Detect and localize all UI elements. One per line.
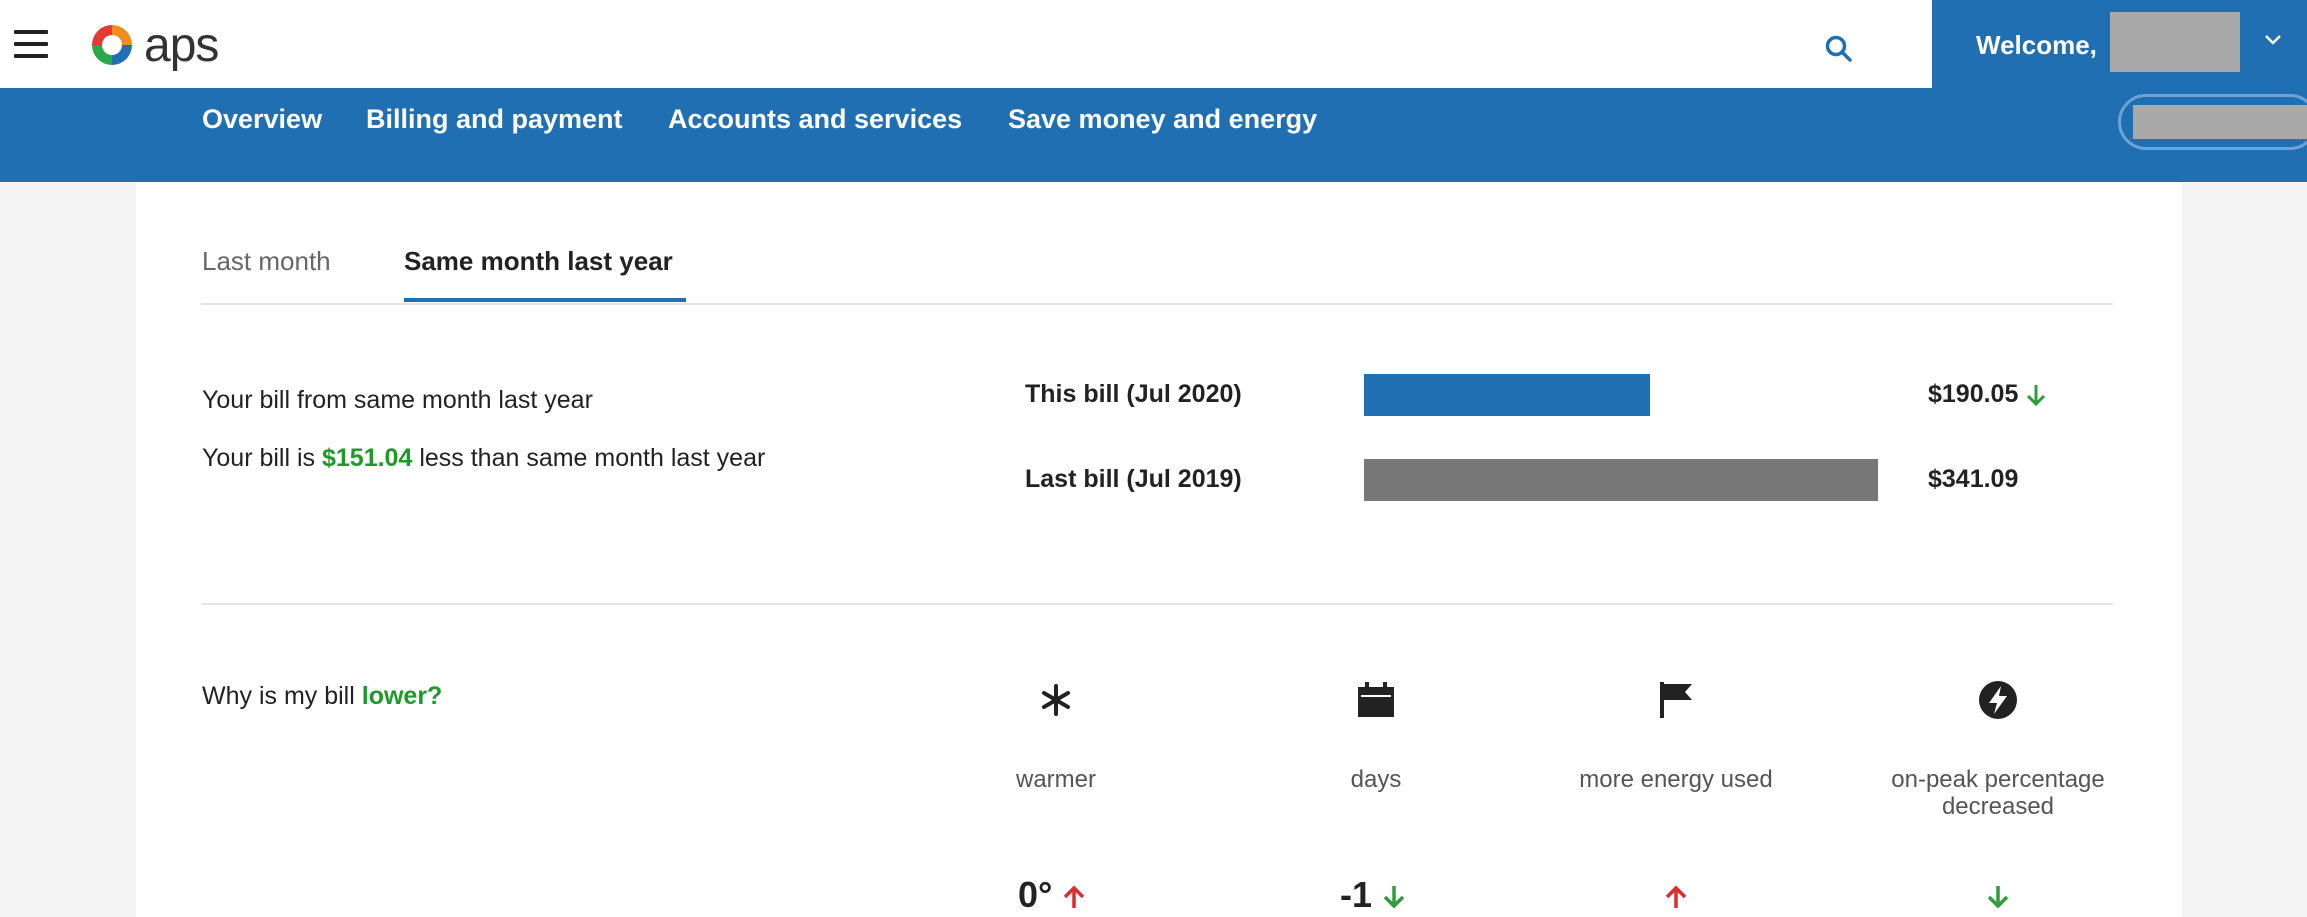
redacted-username — [2110, 12, 2240, 72]
menu-icon[interactable] — [14, 30, 48, 58]
aps-logo-mark — [92, 25, 132, 65]
factor-label-on-peak: on-peak percentage decreased — [1891, 766, 2105, 820]
savings-amount: $151.04 — [321, 444, 413, 472]
arrow-up-icon — [1064, 886, 1085, 909]
why-highlight: lower? — [361, 682, 443, 710]
factor-value-warmer: 0° — [1018, 874, 1086, 916]
factor-value-days: -1 — [1340, 874, 1406, 916]
section-divider — [201, 603, 2113, 605]
factor-days: days — [1246, 680, 1506, 793]
factor-value-on-peak — [1986, 874, 2010, 916]
arrow-down-icon — [2027, 385, 2046, 407]
factor-value-energy — [1664, 874, 1688, 916]
active-tab-indicator — [404, 298, 686, 302]
summary-suffix: less than same month last year — [419, 444, 766, 472]
this-bill-label: This bill (Jul 2020) — [1025, 380, 1242, 408]
snowflake-icon — [1042, 684, 1070, 716]
this-bill-amount-wrap: $190.05 — [1928, 380, 2047, 409]
why-bill-question: Why is my bill lower? — [202, 682, 442, 711]
nav-overview[interactable]: Overview — [202, 104, 322, 135]
tab-last-month[interactable]: Last month — [202, 246, 331, 277]
this-bill-amount: $190.05 — [1928, 380, 2019, 408]
tabs-divider — [201, 303, 2113, 305]
days-value: -1 — [1340, 874, 1373, 915]
warmer-value: 0° — [1018, 874, 1053, 915]
arrow-down-icon — [1987, 886, 2009, 909]
factor-energy: more energy used — [1546, 680, 1806, 793]
last-bill-label: Last bill (Jul 2019) — [1025, 465, 1242, 493]
arrow-down-icon — [1383, 886, 1405, 909]
factor-warmer: warmer — [926, 680, 1186, 793]
flag-icon — [1660, 682, 1692, 718]
welcome-label: Welcome, — [1976, 30, 2097, 60]
this-bill-bar — [1364, 374, 1650, 416]
last-bill-bar — [1364, 459, 1878, 501]
aps-logo[interactable]: aps — [88, 18, 219, 72]
tab-same-month-last-year[interactable]: Same month last year — [404, 246, 673, 277]
factor-label-energy: more energy used — [1579, 766, 1773, 793]
nav-save-money-and-energy[interactable]: Save money and energy — [1008, 104, 1317, 135]
main-nav: Overview Billing and payment Accounts an… — [0, 88, 2307, 182]
factor-label-warmer: warmer — [1015, 766, 1096, 793]
search-icon[interactable] — [1824, 34, 1854, 64]
logo-text: aps — [144, 18, 219, 72]
bill-comparison-card: Last month Same month last year Your bil… — [136, 182, 2182, 917]
last-bill-amount: $341.09 — [1928, 465, 2019, 493]
account-selector[interactable] — [2118, 94, 2307, 150]
redacted-account — [2133, 105, 2307, 139]
nav-billing-and-payment[interactable]: Billing and payment — [366, 104, 623, 135]
account-menu[interactable]: Welcome, — [1932, 0, 2307, 88]
top-bar: aps Welcome, — [0, 0, 2307, 88]
arrow-up-icon — [1665, 886, 1687, 909]
factor-on-peak: on-peak percentage decreased — [1868, 680, 2128, 820]
lightning-icon — [1979, 681, 2017, 719]
factor-label-days: days — [1350, 766, 1402, 793]
why-prefix: Why is my bill — [202, 682, 355, 710]
summary-prefix: Your bill is — [202, 444, 316, 472]
summary-line-2: Your bill is $151.04 less than same mont… — [202, 444, 765, 473]
chevron-down-icon[interactable] — [2262, 28, 2284, 50]
calendar-icon — [1358, 682, 1394, 717]
nav-accounts-and-services[interactable]: Accounts and services — [668, 104, 962, 135]
summary-line-1: Your bill from same month last year — [202, 386, 593, 414]
